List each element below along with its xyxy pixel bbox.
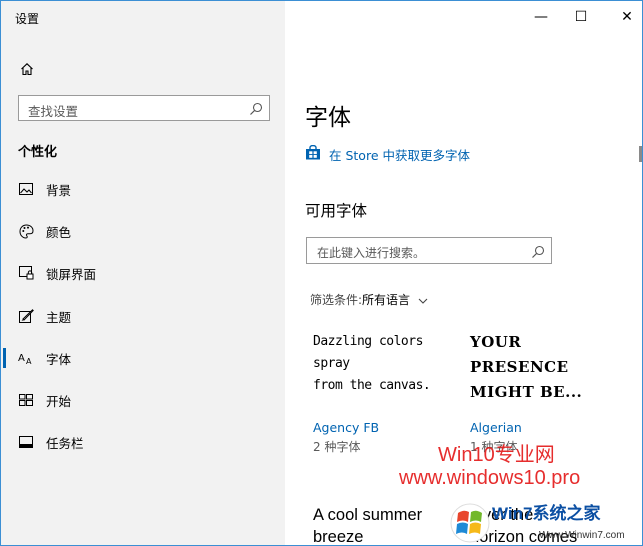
settings-search-placeholder: 查找设置 — [28, 104, 79, 119]
available-fonts-heading: 可用字体 — [305, 202, 368, 220]
store-link[interactable]: 在 Store 中获取更多字体 — [305, 144, 470, 164]
lock-screen-icon — [18, 265, 34, 281]
theme-brush-icon — [18, 308, 34, 324]
svg-text:Www.Winwin7.com: Www.Winwin7.com — [539, 530, 625, 541]
font-sample-text: Dazzling colors spray from the canvas. — [313, 334, 431, 393]
settings-window: 设置 查找设置 个性化 背景 颜色 锁屏界面 主题 A A 字体 开始 任务栏 … — [0, 0, 643, 546]
sidebar-item-label: 主题 — [46, 309, 72, 325]
store-link-label: 在 Store 中获取更多字体 — [329, 148, 470, 163]
sidebar-item-label: 锁屏界面 — [46, 266, 97, 282]
background-picture-icon — [18, 181, 34, 197]
font-sample-text: A cool summer breeze — [313, 506, 423, 546]
font-name[interactable]: Algerian — [470, 420, 522, 435]
sidebar-item-fonts[interactable]: A A 字体 — [1, 338, 285, 378]
sidebar-item-label: 颜色 — [46, 224, 72, 240]
sidebar-item-label: 开始 — [46, 393, 72, 409]
font-search-placeholder: 在此键入进行搜索。 — [317, 246, 426, 260]
section-label-personalization: 个性化 — [18, 145, 58, 160]
sidebar-item-start[interactable]: 开始 — [1, 380, 285, 420]
language-filter-dropdown[interactable]: 筛选条件: 所有语言 — [310, 291, 428, 308]
sidebar-item-label: 字体 — [46, 351, 72, 367]
sidebar: 设置 查找设置 个性化 背景 颜色 锁屏界面 主题 A A 字体 开始 任务栏 — [1, 1, 285, 545]
sidebar-item-label: 任务栏 — [46, 435, 84, 451]
font-sample-text: YOUR PRESENCE MIGHT BE... — [470, 333, 583, 401]
font-card-agency-fb[interactable]: Dazzling colors spray from the canvas. — [313, 331, 463, 397]
sidebar-item-background[interactable]: 背景 — [1, 169, 285, 209]
watermark-logo: Win7系统之家 Www.Winwin7.com — [444, 497, 642, 545]
font-search-input[interactable]: 在此键入进行搜索。 — [306, 237, 552, 264]
filter-value: 所有语言 — [362, 293, 411, 307]
app-title: 设置 — [15, 12, 40, 26]
settings-search-input[interactable]: 查找设置 — [18, 95, 270, 121]
svg-text:Win7系统之家: Win7系统之家 — [492, 503, 600, 523]
home-icon[interactable] — [15, 57, 39, 81]
svg-text:A: A — [26, 357, 32, 365]
sidebar-item-lock-screen[interactable]: 锁屏界面 — [1, 253, 285, 293]
svg-text:A: A — [18, 353, 25, 364]
chevron-down-icon — [418, 295, 428, 305]
search-icon[interactable] — [249, 101, 263, 115]
font-card-algerian[interactable]: YOUR PRESENCE MIGHT BE... — [470, 330, 620, 405]
watermark-text-line2: www.windows10.pro — [399, 467, 581, 489]
font-icon: A A — [18, 350, 34, 366]
sidebar-item-colors[interactable]: 颜色 — [1, 211, 285, 251]
watermark-text-line1: Win10专业网 — [438, 444, 555, 466]
page-title: 字体 — [305, 105, 351, 131]
start-grid-icon — [18, 392, 34, 408]
minimize-button[interactable]: — — [531, 9, 551, 25]
maximize-button[interactable]: ☐ — [571, 9, 591, 25]
sidebar-item-themes[interactable]: 主题 — [1, 296, 285, 336]
sidebar-item-taskbar[interactable]: 任务栏 — [1, 422, 285, 462]
font-count: 2 种字体 — [313, 440, 361, 454]
sidebar-item-label: 背景 — [46, 182, 72, 198]
store-bag-icon — [305, 144, 321, 164]
search-icon[interactable] — [531, 244, 545, 258]
taskbar-icon — [18, 434, 34, 450]
palette-icon — [18, 223, 34, 239]
scrollbar-thumb[interactable] — [639, 146, 642, 162]
close-button[interactable]: ✕ — [617, 9, 637, 25]
filter-label: 筛选条件: — [310, 293, 363, 307]
font-name[interactable]: Agency FB — [313, 420, 379, 435]
font-card-third[interactable]: A cool summer breeze — [313, 504, 463, 546]
